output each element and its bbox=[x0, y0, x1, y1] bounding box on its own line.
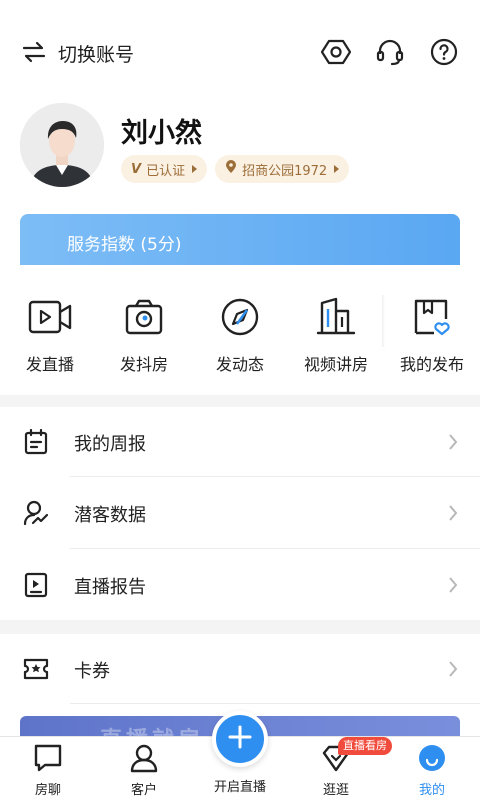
action-label: 发抖房 bbox=[119, 355, 168, 374]
tab-label: 房聊 bbox=[34, 783, 61, 798]
action-label: 发直播 bbox=[25, 355, 74, 374]
smile-icon bbox=[417, 743, 447, 773]
caret-right-icon bbox=[334, 165, 340, 173]
chevron-right-icon bbox=[448, 433, 458, 451]
tab-clients[interactable]: 客户 bbox=[96, 743, 192, 798]
divider bbox=[70, 548, 480, 549]
ticket-icon bbox=[22, 655, 50, 683]
chevron-right-icon bbox=[448, 660, 458, 678]
tab-label: 逛逛 bbox=[322, 783, 349, 798]
top-header: 切换账号 bbox=[0, 0, 480, 110]
action-live[interactable]: 发直播 bbox=[10, 295, 90, 375]
service-index-label: 服务指数 (5分) bbox=[67, 235, 182, 255]
menu-label: 我的周报 bbox=[74, 434, 146, 455]
plus-icon bbox=[227, 724, 253, 754]
chevron-right-icon bbox=[448, 504, 458, 522]
menu-item-weekly-report[interactable]: 我的周报 bbox=[0, 407, 480, 477]
tab-chat[interactable]: 房聊 bbox=[0, 743, 96, 798]
user-name: 刘小然 bbox=[121, 118, 202, 149]
chevron-right-icon bbox=[448, 576, 458, 594]
menu-label: 直播报告 bbox=[74, 577, 146, 598]
store-label: 招商公园1972 bbox=[242, 163, 328, 179]
action-my-posts[interactable]: 我的发布 bbox=[392, 295, 472, 375]
compass-icon bbox=[218, 295, 262, 339]
switch-account-button[interactable]: 切换账号 bbox=[22, 40, 134, 67]
start-live-button[interactable] bbox=[212, 711, 268, 767]
building-icon bbox=[314, 295, 358, 339]
camera-icon bbox=[122, 295, 166, 339]
quick-actions: 发直播 发抖房 发动态 视频讲房 我的发布 bbox=[0, 265, 480, 395]
video-camera-icon bbox=[28, 295, 72, 339]
action-label: 发动态 bbox=[215, 355, 264, 374]
verified-label: 已认证 bbox=[146, 163, 186, 179]
profile-section: 刘小然 V 已认证 招商公园1972 bbox=[20, 103, 460, 193]
settings-icon[interactable] bbox=[320, 36, 352, 68]
service-index-bar[interactable]: 服务指数 (5分) bbox=[20, 214, 460, 270]
caret-right-icon bbox=[192, 165, 198, 173]
menu-item-coupons[interactable]: 卡券 bbox=[0, 634, 480, 704]
menu-label: 卡券 bbox=[74, 661, 110, 682]
action-moment[interactable]: 发动态 bbox=[200, 295, 280, 375]
section-gap bbox=[0, 620, 480, 634]
action-label: 视频讲房 bbox=[303, 355, 368, 374]
store-tag[interactable]: 招商公园1972 bbox=[215, 155, 350, 183]
divider bbox=[70, 703, 480, 704]
user-trend-icon bbox=[22, 499, 50, 527]
calendar-icon bbox=[22, 428, 50, 456]
tab-mine[interactable]: 我的 bbox=[384, 743, 480, 798]
divider bbox=[70, 476, 480, 477]
avatar[interactable] bbox=[20, 103, 104, 187]
menu-label: 潜客数据 bbox=[74, 505, 146, 526]
swap-icon bbox=[22, 41, 46, 67]
switch-account-label: 切换账号 bbox=[58, 44, 135, 66]
headset-icon[interactable] bbox=[374, 36, 406, 68]
action-video-tour[interactable]: 视频讲房 bbox=[296, 295, 376, 375]
action-label: 我的发布 bbox=[399, 355, 464, 374]
section-gap bbox=[0, 395, 480, 407]
tab-label: 客户 bbox=[130, 783, 157, 798]
menu-item-prospect-data[interactable]: 潜客数据 bbox=[0, 478, 480, 548]
help-icon[interactable] bbox=[428, 36, 460, 68]
chat-icon bbox=[33, 743, 63, 773]
start-live-label[interactable]: 开启直播 bbox=[200, 776, 280, 795]
tab-label: 我的 bbox=[418, 783, 445, 798]
scroll-divider bbox=[382, 295, 385, 347]
person-icon bbox=[129, 743, 159, 773]
verified-tag[interactable]: V 已认证 bbox=[121, 155, 208, 183]
live-tour-badge: 直播看房 bbox=[338, 737, 392, 755]
play-report-icon bbox=[22, 571, 50, 599]
action-short-video[interactable]: 发抖房 bbox=[104, 295, 184, 375]
bookmark-heart-icon bbox=[410, 295, 454, 339]
verified-icon: V bbox=[131, 161, 142, 177]
location-pin-icon bbox=[225, 160, 237, 178]
menu-item-live-report[interactable]: 直播报告 bbox=[0, 550, 480, 620]
